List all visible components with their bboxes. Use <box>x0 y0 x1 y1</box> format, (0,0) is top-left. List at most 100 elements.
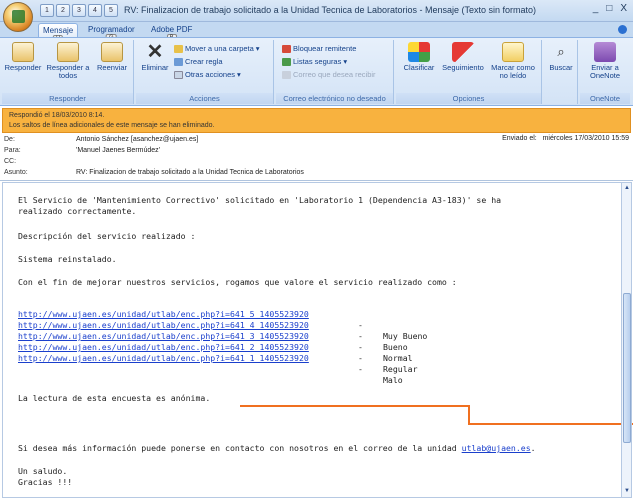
forward-button[interactable]: Reenviar <box>92 42 132 72</box>
qat-redo-button[interactable]: 3 <box>72 4 86 17</box>
rating-link[interactable]: http://www.ujaen.es/unidad/utlab/enc.php… <box>18 309 309 320</box>
rating-links: http://www.ujaen.es/unidad/utlab/enc.php… <box>18 298 427 385</box>
send-to-onenote-button[interactable]: Enviar a OneNote <box>582 42 628 80</box>
quick-access-toolbar: 1 2 3 4 5 <box>40 4 118 17</box>
move-to-folder-button[interactable]: Mover a una carpeta ▾ <box>174 44 260 54</box>
body-paragraph-1-line-1: El Servicio de 'Mantenimiento Correctivo… <box>18 195 502 205</box>
rating-link[interactable]: http://www.ujaen.es/unidad/utlab/enc.php… <box>18 353 309 364</box>
reply-all-label: Responder a todos <box>46 63 90 80</box>
rating-row: http://www.ujaen.es/unidad/utlab/enc.php… <box>18 331 418 374</box>
group-responder: Responder Responder a todos Reenviar Res… <box>2 40 134 104</box>
qat-save-button[interactable]: 1 <box>40 4 54 17</box>
scroll-up-icon[interactable]: ▲ <box>623 184 631 193</box>
header-divider <box>0 180 633 181</box>
safe-lists-label: Listas seguras <box>293 57 342 66</box>
contact-email-link[interactable]: utlab@ujaen.es <box>462 443 531 453</box>
not-junk-button[interactable]: Correo que desea recibir <box>282 70 376 80</box>
contact-suffix: . <box>530 443 536 453</box>
body-contact: Si desea más información puede ponerse e… <box>18 443 536 454</box>
qat-down-button[interactable]: 5 <box>104 4 118 17</box>
reply-button[interactable]: Responder <box>4 42 42 72</box>
reply-all-button[interactable]: Responder a todos <box>46 42 90 80</box>
rating-dash: - <box>358 364 363 374</box>
maximize-button[interactable]: □ <box>606 3 612 14</box>
tab-adobe-pdf[interactable]: Adobe PDF B <box>147 23 196 43</box>
mark-unread-label: Marcar como no leído <box>491 63 535 80</box>
block-sender-label: Bloquear remitente <box>293 44 357 53</box>
group-correo-label: Correo electrónico no deseado <box>276 93 393 104</box>
rating-label: Bueno <box>383 342 408 352</box>
rating-label: Malo <box>383 375 403 385</box>
body-ask: Con el fin de mejorar nuestros servicios… <box>18 277 457 287</box>
minimize-button[interactable]: _ <box>593 3 599 14</box>
help-icon[interactable] <box>618 25 627 34</box>
message-body[interactable]: El Servicio de 'Mantenimiento Correctivo… <box>2 182 621 498</box>
group-opciones-label: Opciones <box>396 93 541 104</box>
office-button[interactable] <box>3 2 33 32</box>
body-description: Descripción del servicio realizado : <box>18 231 196 241</box>
rating-label: Regular <box>383 364 418 374</box>
body-sistema: Sistema reinstalado. <box>18 254 117 264</box>
vertical-scrollbar[interactable]: ▲ ▼ <box>621 182 632 498</box>
group-onenote: Enviar a OneNote OneNote <box>580 40 630 104</box>
move-label: Mover a una carpeta <box>185 44 254 53</box>
subject-label: Asunto: <box>4 169 28 176</box>
reply-icon <box>12 42 34 62</box>
annotation-line <box>468 405 470 425</box>
block-sender-button[interactable]: Bloquear remitente <box>282 44 356 54</box>
sent-label: Enviado el: <box>502 135 537 142</box>
office-logo-icon <box>12 10 25 23</box>
reply-all-icon <box>57 42 79 62</box>
mark-unread-button[interactable]: Marcar como no leído <box>488 42 538 80</box>
safe-lists-button[interactable]: Listas seguras ▾ <box>282 57 347 67</box>
folder-icon <box>174 45 183 53</box>
info-bar[interactable]: Respondió el 18/03/2010 8:14. Los saltos… <box>2 108 631 133</box>
to-value[interactable]: 'Manuel Jaenes Bermúdez' <box>76 146 160 156</box>
group-onenote-label: OneNote <box>580 93 630 104</box>
rating-link[interactable]: http://www.ujaen.es/unidad/utlab/enc.php… <box>18 342 309 353</box>
to-label: Para: <box>4 147 21 154</box>
block-sender-icon <box>282 45 291 53</box>
group-correo-no-deseado: Bloquear remitente Listas seguras ▾ Corr… <box>276 40 394 104</box>
categorize-icon <box>408 42 430 62</box>
create-rule-button[interactable]: Crear regla <box>174 57 223 67</box>
info-replied: Respondió el 18/03/2010 8:14. <box>9 112 105 119</box>
rating-link[interactable]: http://www.ujaen.es/unidad/utlab/enc.php… <box>18 331 309 342</box>
delete-button[interactable]: ✕ Eliminar <box>138 42 172 72</box>
delete-x-icon: ✕ <box>146 41 164 63</box>
other-actions-button[interactable]: Otras acciones ▾ <box>174 70 241 80</box>
reply-label: Responder <box>4 63 42 72</box>
ribbon: Responder Responder a todos Reenviar Res… <box>0 37 633 106</box>
tab-programador[interactable]: Programador G <box>84 23 139 43</box>
header-sent: Enviado el: miércoles 17/03/2010 15:59 <box>502 135 629 142</box>
safe-lists-icon <box>282 58 291 66</box>
tab-programador-label: Programador <box>88 25 135 34</box>
follow-up-label: Seguimiento <box>442 63 484 72</box>
rating-row: http://www.ujaen.es/unidad/utlab/enc.php… <box>18 320 413 363</box>
group-responder-label: Responder <box>2 93 133 104</box>
sent-value: miércoles 17/03/2010 15:59 <box>542 135 629 142</box>
rating-dash: - <box>358 342 363 352</box>
cc-label: CC: <box>4 158 17 165</box>
from-value[interactable]: Antonio Sánchez [asanchez@ujaen.es] <box>76 135 198 145</box>
classify-button[interactable]: Clasificar <box>399 42 439 72</box>
scroll-down-icon[interactable]: ▼ <box>623 487 631 496</box>
rating-dash: - <box>358 353 363 363</box>
forward-icon <box>101 42 123 62</box>
title-bar: 1 2 3 4 5 RV: Finalizacion de trabajo so… <box>0 0 633 32</box>
message-headers: De: Antonio Sánchez [asanchez@ujaen.es] … <box>0 135 633 181</box>
ribbon-tabs: Mensaje H Programador G Adobe PDF B <box>0 22 633 44</box>
scroll-thumb[interactable] <box>623 293 631 443</box>
classify-label: Clasificar <box>403 63 435 72</box>
tab-mensaje[interactable]: Mensaje H <box>38 23 79 44</box>
window-title: RV: Finalizacion de trabajo solicitado a… <box>124 5 537 15</box>
envelope-icon <box>502 42 524 62</box>
follow-up-button[interactable]: Seguimiento <box>440 42 486 72</box>
rating-link[interactable]: http://www.ujaen.es/unidad/utlab/enc.php… <box>18 320 309 331</box>
qat-up-button[interactable]: 4 <box>88 4 102 17</box>
qat-undo-button[interactable]: 2 <box>56 4 70 17</box>
group-buscar: ⌕ Buscar <box>544 40 578 104</box>
find-button[interactable]: ⌕ Buscar <box>546 42 576 72</box>
close-button[interactable]: X <box>620 3 627 14</box>
rating-dash: - <box>358 331 363 341</box>
